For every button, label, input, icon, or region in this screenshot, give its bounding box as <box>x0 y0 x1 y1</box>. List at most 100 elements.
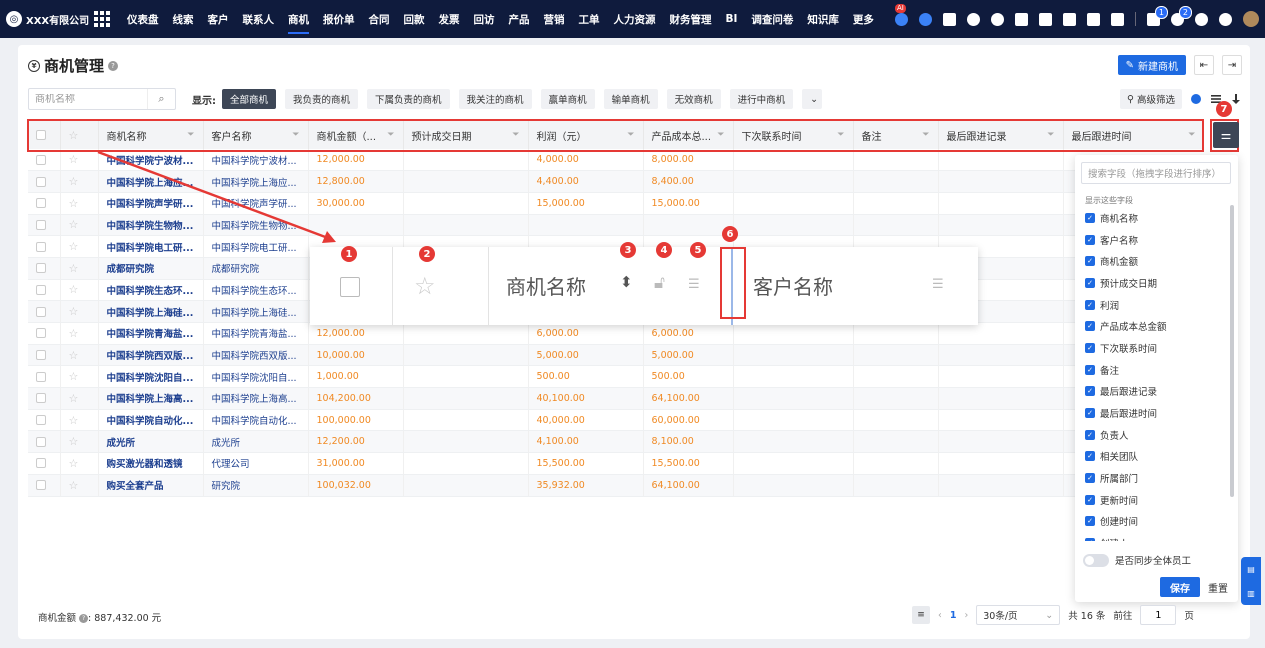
next-page-icon[interactable]: › <box>964 610 968 621</box>
nav-item[interactable]: 联系人 <box>236 0 282 38</box>
row-checkbox[interactable] <box>36 480 46 491</box>
pie-view-icon[interactable] <box>1190 93 1202 105</box>
filter-chip[interactable]: 赢单商机 <box>540 89 595 109</box>
nav-item[interactable]: 线索 <box>166 0 201 38</box>
row-checkbox[interactable] <box>36 458 46 469</box>
row-star-cell[interactable]: ☆ <box>60 192 99 215</box>
user-avatar[interactable] <box>1243 11 1259 27</box>
field-search-input[interactable]: 搜索字段（拖拽字段进行排序） <box>1081 162 1231 184</box>
column-filter-icon[interactable]: ⏷ <box>717 130 724 140</box>
column-filter-icon[interactable]: ⏷ <box>292 130 299 140</box>
checkbox-checked-icon[interactable]: ✓ <box>1085 408 1095 419</box>
table-row[interactable]: ☆ 中国科学院生物物... 中国科学院生物物... <box>28 214 1204 237</box>
side-float-toolbar[interactable]: ▤ ▥ <box>1241 557 1261 605</box>
table-cell[interactable]: 中国科学院自动化... <box>98 409 204 432</box>
table-cell[interactable]: 成光所 <box>98 430 204 454</box>
row-checkbox-cell[interactable] <box>28 300 61 323</box>
table-cell[interactable]: 成光所 <box>203 430 309 454</box>
nav-item[interactable]: 回款 <box>397 0 432 38</box>
field-option[interactable]: ✓ 负责人 <box>1085 424 1225 446</box>
side-tool-icon[interactable]: ▤ <box>1247 565 1255 574</box>
column-header[interactable]: 客户名称 ⏷ <box>203 121 309 149</box>
row-checkbox-cell[interactable] <box>28 235 61 258</box>
row-checkbox-cell[interactable] <box>28 452 61 475</box>
checkbox-checked-icon[interactable]: ✓ <box>1085 429 1095 440</box>
table-cell[interactable]: 中国科学院沈阳自... <box>98 365 204 389</box>
column-header[interactable]: 商机名称 ⏷ <box>98 121 204 149</box>
row-checkbox-cell[interactable] <box>28 474 61 497</box>
sync-toggle[interactable] <box>1083 553 1109 567</box>
search-icon[interactable]: ⌕ <box>147 89 175 109</box>
row-checkbox-cell[interactable] <box>28 322 61 345</box>
table-cell[interactable]: 中国科学院西双版... <box>98 344 204 367</box>
nav-item[interactable]: 仪表盘 <box>120 0 166 38</box>
column-filter-icon[interactable]: ⏷ <box>387 130 394 140</box>
row-checkbox-cell[interactable] <box>28 409 61 432</box>
checkbox-checked-icon[interactable]: ✓ <box>1085 516 1095 527</box>
table-cell[interactable]: 中国科学院上海硅... <box>98 300 204 323</box>
row-star-cell[interactable]: ☆ <box>60 430 99 454</box>
row-checkbox[interactable] <box>36 263 46 274</box>
row-star-cell[interactable]: ☆ <box>60 474 99 497</box>
row-checkbox[interactable] <box>36 241 46 252</box>
checkbox-checked-icon[interactable]: ✓ <box>1085 212 1095 223</box>
row-checkbox-cell[interactable] <box>28 170 61 193</box>
table-cell[interactable]: 中国科学院上海高... <box>203 387 309 410</box>
row-checkbox[interactable] <box>36 436 46 447</box>
table-cell[interactable]: 购买全套产品 <box>98 474 204 497</box>
checkbox-checked-icon[interactable]: ✓ <box>1085 321 1095 332</box>
filter-chip[interactable]: 我负责的商机 <box>285 89 359 109</box>
table-row[interactable]: ☆ 成光所 成光所 12,200.00 4,100.00 8,100.00 <box>28 430 1204 454</box>
new-opportunity-button[interactable]: ✎ 新建商机 <box>1117 55 1186 75</box>
nav-item[interactable]: 发票 <box>432 0 467 38</box>
table-cell[interactable]: 中国科学院生物物... <box>98 214 204 237</box>
user-icon[interactable] <box>1039 12 1052 26</box>
row-star-cell[interactable]: ☆ <box>60 322 99 345</box>
table-row[interactable]: ☆ 中国科学院西双版... 中国科学院西双版... 10,000.00 5,000.00… <box>28 344 1204 367</box>
table-row[interactable]: ☆ 购买全套产品 研究院 100,032.00 35,932.00 64,100.00 <box>28 474 1204 497</box>
table-cell[interactable]: 中国科学院青海盐... <box>98 322 204 345</box>
table-cell[interactable]: 购买激光器和透镜 <box>98 452 204 475</box>
nav-item[interactable]: 回访 <box>467 0 502 38</box>
table-cell[interactable]: 研究院 <box>203 474 309 497</box>
column-filter-icon[interactable]: ⏷ <box>1047 130 1054 140</box>
row-star-cell[interactable]: ☆ <box>60 344 99 367</box>
chat-icon[interactable] <box>919 12 932 26</box>
nav-item[interactable]: 报价单 <box>316 0 362 38</box>
row-checkbox-cell[interactable] <box>28 214 61 237</box>
column-filter-icon[interactable]: ⏷ <box>922 130 929 140</box>
field-option[interactable]: ✓ 商机金额 <box>1085 250 1225 272</box>
filter-chip[interactable]: 输单商机 <box>603 89 658 109</box>
column-filter-icon[interactable]: ⏷ <box>187 130 194 140</box>
row-checkbox-cell[interactable] <box>28 344 61 367</box>
advanced-filter-button[interactable]: ⚲ 高级筛选 <box>1120 89 1182 109</box>
help-circle-icon[interactable]: ? <box>108 60 119 71</box>
filter-chip[interactable]: 无效商机 <box>666 89 721 109</box>
table-row[interactable]: ☆ 中国科学院沈阳自... 中国科学院沈阳自... 1,000.00 500.00 500… <box>28 365 1204 389</box>
field-option[interactable]: ✓ 产品成本总金额 <box>1085 315 1225 337</box>
star-icon[interactable]: ☆ <box>69 370 79 383</box>
table-cell[interactable]: 中国科学院上海应... <box>98 170 204 193</box>
row-star-cell[interactable]: ☆ <box>60 257 99 280</box>
row-checkbox[interactable] <box>36 415 46 426</box>
column-settings-button[interactable]: ⚌ <box>1213 122 1239 148</box>
nav-item[interactable]: 知识库 <box>800 0 846 38</box>
table-row[interactable]: ☆ 中国科学院自动化... 中国科学院自动化... 100,000.00 40,000.… <box>28 409 1204 432</box>
star-icon[interactable]: ☆ <box>69 457 79 470</box>
table-cell[interactable]: 中国科学院电工研... <box>203 235 309 258</box>
column-header[interactable]: 利润（元） ⏷ <box>528 121 644 149</box>
nav-item[interactable]: BI <box>719 0 745 38</box>
field-option[interactable]: ✓ 最后跟进时间 <box>1085 402 1225 424</box>
row-checkbox[interactable] <box>36 284 46 295</box>
table-cell[interactable]: 中国科学院生态环... <box>203 279 309 302</box>
select-all-checkbox[interactable] <box>36 129 46 140</box>
task-icon[interactable]: 1 <box>1147 5 1168 26</box>
field-option[interactable]: ✓ 更新时间 <box>1085 489 1225 511</box>
row-checkbox[interactable] <box>36 198 46 209</box>
table-row[interactable]: ☆ 中国科学院声学研... 中国科学院声学研... 30,000.00 15,000.0… <box>28 192 1204 215</box>
star-icon[interactable]: ☆ <box>69 392 79 405</box>
goto-page-input[interactable] <box>1140 605 1177 625</box>
field-option[interactable]: ✓ 创建人 <box>1085 532 1225 541</box>
column-filter-icon[interactable]: ⏷ <box>512 130 519 140</box>
checkbox-checked-icon[interactable]: ✓ <box>1085 364 1095 375</box>
